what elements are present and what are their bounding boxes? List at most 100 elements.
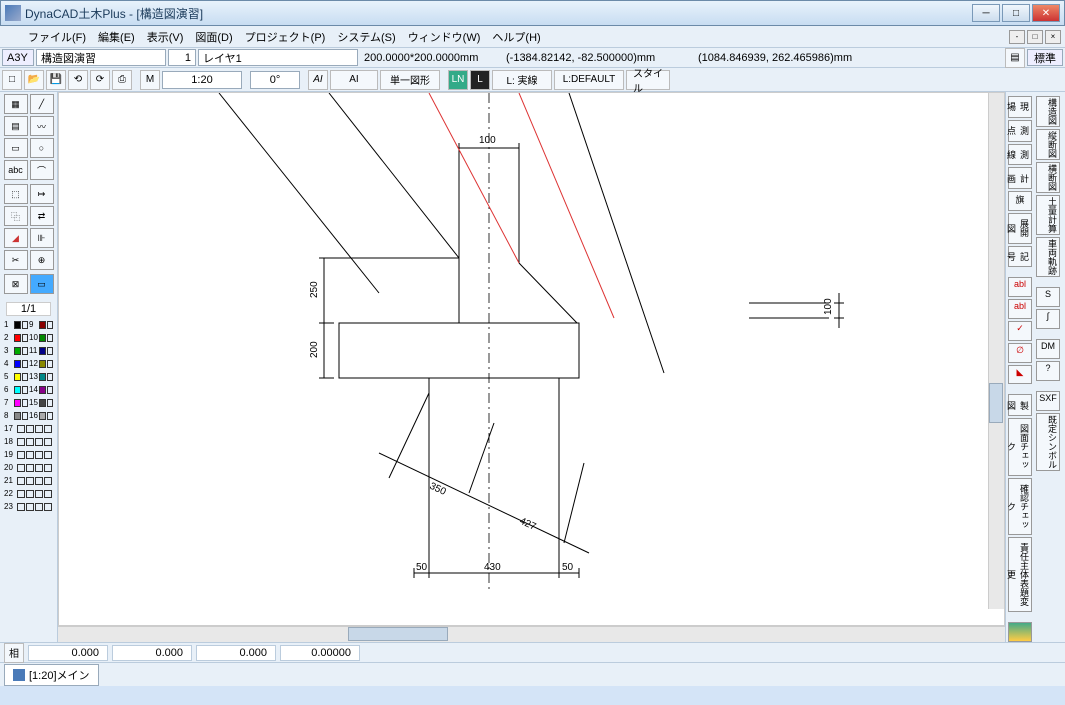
print-button[interactable]: ⎙ (112, 70, 132, 90)
layer-row[interactable]: 816 (2, 409, 55, 422)
tool-grid[interactable]: ▦ (4, 94, 28, 114)
scale-field[interactable]: 1:20 (162, 71, 242, 89)
tool-arc[interactable]: ⌒ (30, 160, 54, 180)
drawing-title[interactable]: 構造図演習 (36, 49, 166, 66)
rbtn-sxf[interactable]: SXF (1036, 391, 1060, 411)
tool-hatch[interactable]: ▤ (4, 116, 28, 136)
vertical-scrollbar[interactable] (988, 93, 1004, 609)
mdi-minimize[interactable]: - (1009, 30, 1025, 44)
menu-edit[interactable]: 編集(E) (92, 27, 141, 47)
layer-row[interactable]: 614 (2, 383, 55, 396)
ai-button-2[interactable]: AI (330, 70, 378, 90)
tool-rect[interactable]: ▭ (4, 138, 28, 158)
mdi-close[interactable]: × (1045, 30, 1061, 44)
rbtn-flag[interactable]: 旗 (1008, 191, 1032, 211)
layer-row[interactable]: 18 (2, 435, 55, 448)
tool-trim[interactable]: ✂ (4, 250, 28, 270)
paper-size[interactable]: A3Y (2, 49, 34, 66)
tool-erase[interactable]: ◢ (4, 228, 28, 248)
undo-button[interactable]: ⟲ (68, 70, 88, 90)
rbtn-preset[interactable]: 既定シンボル (1036, 413, 1060, 471)
layer-name[interactable]: レイヤ1 (198, 49, 358, 66)
rbtn-s[interactable]: S (1036, 287, 1060, 307)
tool-text[interactable]: abc (4, 160, 28, 180)
tool-zoom[interactable]: ⊠ (4, 274, 28, 294)
rbtn-help[interactable]: ? (1036, 361, 1060, 381)
rbtn-kouzou[interactable]: 構造図 (1036, 96, 1060, 127)
save-button[interactable]: 💾 (46, 70, 66, 90)
rbtn-check1[interactable]: 図面チェック (1008, 418, 1032, 475)
rbtn-doryou[interactable]: 土量計算 (1036, 195, 1060, 235)
rbtn-circle[interactable]: ∅ (1008, 343, 1032, 363)
menu-help[interactable]: ヘルプ(H) (486, 27, 546, 47)
m-button[interactable]: M (140, 70, 160, 90)
ai-button-1[interactable]: AI (308, 70, 328, 90)
rbtn-kigou[interactable]: 記号 (1008, 246, 1032, 268)
menu-project[interactable]: プロジェクト(P) (239, 27, 332, 47)
ldefault-select[interactable]: L:DEFAULT (554, 70, 624, 90)
status-rel-button[interactable]: 相 (4, 643, 24, 663)
rbtn-tenkai[interactable]: 展開図 (1008, 213, 1032, 244)
rbtn-sharyou[interactable]: 車両軌跡 (1036, 237, 1060, 277)
ln-button[interactable]: LN (448, 70, 468, 90)
tool-line[interactable]: ╱ (30, 94, 54, 114)
tool-pan[interactable]: ▭ (30, 274, 54, 294)
single-shape-button[interactable]: 単一図形 (380, 70, 440, 90)
horizontal-scrollbar[interactable] (58, 626, 1005, 642)
style-button[interactable]: スタイル (626, 70, 670, 90)
drawing-number[interactable]: 1 (168, 49, 196, 66)
rbtn-change[interactable]: 責任主体表題変更 (1008, 537, 1032, 612)
tool-curve[interactable]: 〰 (30, 116, 54, 136)
tool-mirror[interactable]: ⇄ (30, 206, 54, 226)
rbtn-sokusen[interactable]: 測線 (1008, 144, 1032, 166)
layer-row[interactable]: 19 (2, 318, 55, 331)
menu-window[interactable]: ウィンドウ(W) (402, 27, 487, 47)
menu-view[interactable]: 表示(V) (141, 27, 190, 47)
tool-select[interactable]: ⬚ (4, 184, 28, 204)
info-icon-button[interactable]: ▤ (1005, 48, 1025, 68)
tool-extend[interactable]: ⊕ (30, 250, 54, 270)
layer-row[interactable]: 513 (2, 370, 55, 383)
minimize-button[interactable]: ─ (972, 4, 1000, 22)
tab-main[interactable]: [1:20]メイン (4, 664, 99, 686)
tool-measure[interactable]: ⊪ (30, 228, 54, 248)
layer-row[interactable]: 17 (2, 422, 55, 435)
rbtn-genba[interactable]: 現場 (1008, 96, 1032, 118)
redo-button[interactable]: ⟳ (90, 70, 110, 90)
rbtn-judan[interactable]: 縦断図 (1036, 129, 1060, 160)
close-button[interactable]: ✕ (1032, 4, 1060, 22)
drawing-canvas[interactable]: 100 250 (58, 92, 1005, 626)
angle-field[interactable]: 0° (250, 71, 300, 89)
standard-button[interactable]: 標準 (1027, 49, 1063, 66)
layer-row[interactable]: 210 (2, 331, 55, 344)
layer-row[interactable]: 412 (2, 357, 55, 370)
layer-row[interactable]: 22 (2, 487, 55, 500)
rbtn-zumen[interactable]: 製図 (1008, 394, 1032, 416)
layer-row[interactable]: 20 (2, 461, 55, 474)
menu-system[interactable]: システム(S) (331, 27, 401, 47)
rbtn-check2[interactable]: 確認チェック (1008, 478, 1032, 535)
rbtn-abl2[interactable]: abl (1008, 299, 1032, 319)
rbtn-integral[interactable]: ∫ (1036, 309, 1060, 329)
layer-row[interactable]: 715 (2, 396, 55, 409)
tool-move[interactable]: ↦ (30, 184, 54, 204)
rbtn-abl1[interactable]: abl (1008, 277, 1032, 297)
open-button[interactable]: 📂 (24, 70, 44, 90)
layer-row[interactable]: 19 (2, 448, 55, 461)
rbtn-triangle[interactable]: ◣ (1008, 365, 1032, 385)
maximize-button[interactable]: □ (1002, 4, 1030, 22)
rbtn-sokuten[interactable]: 測点 (1008, 120, 1032, 142)
rbtn-image[interactable] (1008, 622, 1032, 642)
tool-circle[interactable]: ○ (30, 138, 54, 158)
layer-page[interactable]: 1/1 (6, 302, 51, 316)
menu-zumen[interactable]: 図面(D) (189, 27, 238, 47)
rbtn-check[interactable]: ✓ (1008, 321, 1032, 341)
tool-copy[interactable]: ⿻ (4, 206, 28, 226)
new-button[interactable]: □ (2, 70, 22, 90)
mdi-restore[interactable]: □ (1027, 30, 1043, 44)
menu-file[interactable]: ファイル(F) (22, 27, 92, 47)
rbtn-keikaku[interactable]: 計画 (1008, 167, 1032, 189)
layer-row[interactable]: 311 (2, 344, 55, 357)
layer-row[interactable]: 21 (2, 474, 55, 487)
rbtn-dm[interactable]: DM (1036, 339, 1060, 359)
